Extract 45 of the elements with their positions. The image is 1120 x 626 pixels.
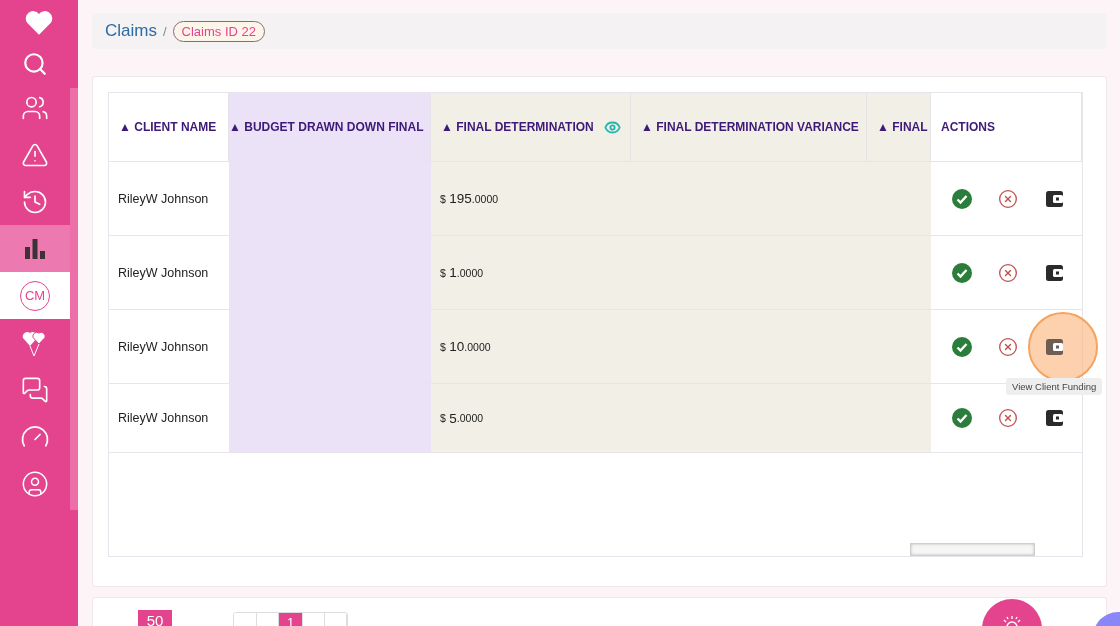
approve-button[interactable] <box>952 188 972 209</box>
table-cell: $ 10.0000 <box>431 310 631 383</box>
sun-icon <box>1001 615 1023 626</box>
check-icon <box>952 336 972 357</box>
check-icon <box>952 408 972 428</box>
reject-button[interactable] <box>998 336 1018 357</box>
approve-button[interactable] <box>952 336 972 357</box>
wallet-icon <box>1045 410 1063 426</box>
chat-icon <box>21 375 49 404</box>
bar-chart-icon <box>24 238 46 259</box>
wallet-icon <box>1045 264 1063 281</box>
table-cell: $ 1.0000 <box>431 236 631 309</box>
column-header[interactable]: ▲ FINAL DETERMINATION VARIANCE <box>631 93 867 161</box>
close-icon <box>998 262 1018 283</box>
sidebar-item[interactable]: CM <box>0 272 70 319</box>
check-icon <box>952 262 972 283</box>
heart-logo-icon <box>24 8 54 36</box>
reject-button[interactable] <box>998 188 1018 209</box>
close-icon <box>998 188 1018 209</box>
funding-button[interactable] <box>1044 408 1064 428</box>
wallet-icon <box>1045 338 1063 355</box>
funding-button[interactable] <box>1044 188 1064 209</box>
user-icon <box>21 469 49 498</box>
reject-button[interactable] <box>998 262 1018 283</box>
column-header[interactable]: ▲ FINAL <box>867 93 931 161</box>
column-header[interactable]: ▲ FINAL DETERMINATION <box>431 93 631 161</box>
page-size-button[interactable]: 50 <box>138 610 172 626</box>
table-cell: $ 195.0000 <box>431 162 631 235</box>
breadcrumb-current: Claims ID 22 <box>172 20 265 42</box>
close-icon <box>998 336 1018 357</box>
wallet-icon <box>1045 190 1063 207</box>
sidebar-item[interactable] <box>0 225 70 272</box>
reject-button[interactable] <box>998 408 1018 428</box>
table-cell: $ 5.0000 <box>431 384 631 452</box>
column-header[interactable]: ▲ BUDGET DRAWN DOWN FINAL <box>229 93 431 161</box>
tooltip: View Client Funding <box>1006 377 1103 395</box>
funding-button[interactable] <box>1044 262 1064 283</box>
approve-button[interactable] <box>952 408 972 428</box>
close-icon <box>998 408 1018 428</box>
breadcrumb-separator: / <box>162 23 167 39</box>
funding-button[interactable] <box>1044 336 1064 357</box>
search-icon <box>22 51 48 77</box>
check-icon <box>952 188 972 209</box>
breadcrumb-link[interactable]: Claims <box>105 21 157 41</box>
approve-button[interactable] <box>952 262 972 283</box>
